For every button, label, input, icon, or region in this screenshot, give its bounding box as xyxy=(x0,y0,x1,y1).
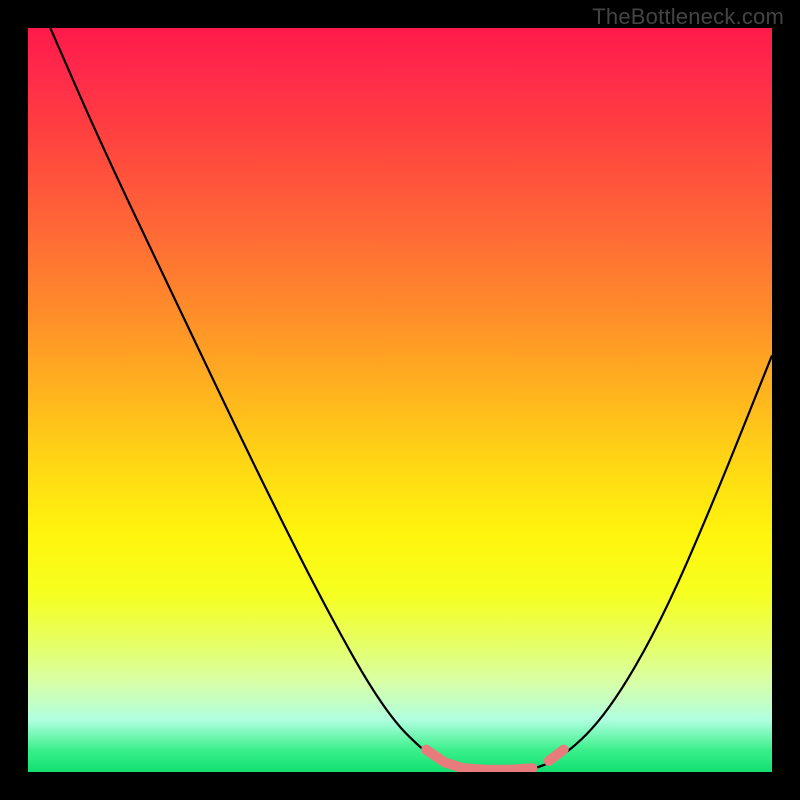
highlight-markers xyxy=(426,750,564,770)
highlight-segment xyxy=(510,768,532,769)
bottleneck-curve xyxy=(50,28,772,772)
highlight-segment xyxy=(549,750,564,761)
watermark-text: TheBottleneck.com xyxy=(592,4,784,30)
chart-plot-area xyxy=(28,28,772,772)
chart-svg xyxy=(28,28,772,772)
